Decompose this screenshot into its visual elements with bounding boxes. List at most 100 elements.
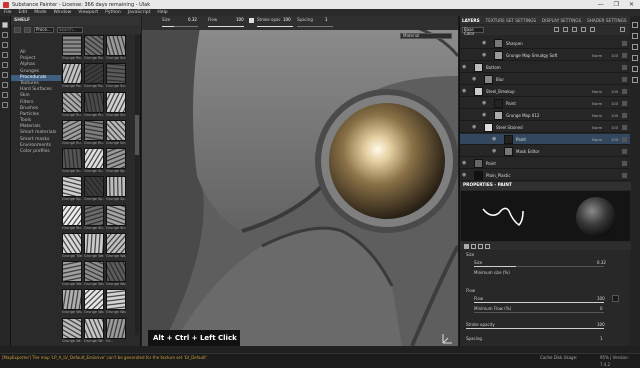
shelf-thumbnail[interactable]: Grunge Ro... [62,63,82,90]
add-effect-icon[interactable] [554,27,559,32]
delete-layer-icon[interactable] [620,27,625,32]
visibility-eye-icon[interactable]: ◉ [482,112,488,118]
shelf-thumbnail[interactable]: Grunge Wo... [84,289,104,316]
shelf-thumbnail[interactable]: Grunge Wo... [84,261,104,288]
visibility-eye-icon[interactable]: ◉ [472,124,478,130]
layer-row[interactable]: ◉ Blur [460,74,631,85]
paint-brush-tool-icon[interactable] [2,22,8,28]
shelf-thumbnail[interactable]: Grunge Scr... [106,35,126,62]
prop-size-slider[interactable] [474,266,604,267]
shelf-thumbnail[interactable]: Grunge Wo... [62,289,82,316]
prop-minflow-slider[interactable] [474,312,604,313]
display-settings-icon[interactable] [632,44,638,50]
shelf-filter-select[interactable]: Proce... [34,26,54,33]
layer-toggle-checkbox[interactable] [622,101,627,106]
prop-stroke-slider[interactable] [466,328,604,329]
brush-tab-icon[interactable] [464,243,469,249]
blend-mode-select[interactable]: Norm [592,89,602,94]
shelf-thumbnail[interactable]: Grunge Ro... [84,35,104,62]
shelf-thumbnail[interactable]: Grunge Wo... [106,261,126,288]
viewport-render[interactable] [142,16,458,346]
shelf-thumbnail[interactable]: Grunge Wr... [84,317,104,345]
tab-display-settings[interactable]: DISPLAY SETTINGS [542,18,581,23]
shelf-thumbnail[interactable]: Grunge We... [62,261,82,288]
minimize-button[interactable]: — [598,1,604,8]
export-icon[interactable] [2,102,8,108]
grid-view-icon[interactable] [24,26,31,33]
size-slider[interactable] [162,26,198,27]
menu-edit[interactable]: Edit [19,10,28,15]
layer-toggle-checkbox[interactable] [622,65,627,70]
blend-mode-select[interactable]: Norm [592,137,602,142]
shelf-thumbnail[interactable]: Grunge Str... [84,204,104,232]
history-icon[interactable] [632,66,638,72]
layer-opacity-value[interactable]: 100 [611,113,618,118]
polygon-fill-tool-icon[interactable] [2,52,8,58]
visibility-eye-icon[interactable]: ◉ [462,88,468,94]
add-folder-icon[interactable] [572,27,577,32]
visibility-eye-icon[interactable]: ◉ [482,40,488,46]
size-value[interactable]: 0.32 [188,17,197,22]
layer-opacity-value[interactable]: 100 [611,125,618,130]
layer-row[interactable]: ◉ Steel Stained Norm 100 [460,122,631,133]
stencil-tab-icon[interactable] [478,243,483,249]
visibility-eye-icon[interactable]: ◉ [482,100,488,106]
import-icon[interactable] [14,26,21,33]
layer-row[interactable]: ◉ Sharpen [460,38,631,49]
visibility-eye-icon[interactable]: ◉ [462,160,468,166]
shelf-thumbnail[interactable]: Grunge Ru... [62,91,82,119]
axis-gizmo-icon[interactable] [440,332,454,346]
blend-mode-select[interactable]: Norm [592,125,602,130]
visibility-eye-icon[interactable]: ◉ [472,76,478,82]
shelf-thumbnail[interactable]: Grunge Tile... [62,232,82,260]
menu-mode[interactable]: Mode [34,10,46,15]
menu-python[interactable]: Python [105,10,121,15]
shelf-thumbnail[interactable]: Grunge Sp... [84,176,104,203]
layer-opacity-value[interactable]: 100 [611,101,618,106]
layer-opacity-value[interactable]: 100 [611,137,618,142]
shelf-thumbnail[interactable]: Gr... [106,317,126,345]
brush-stroke-icon[interactable] [249,18,254,23]
visibility-eye-icon[interactable]: ◉ [482,52,488,58]
layer-toggle-checkbox[interactable] [622,173,627,178]
menu-help[interactable]: Help [157,10,167,15]
prop-spacing-value[interactable]: 1 [600,336,603,341]
menu-file[interactable]: File [4,10,12,15]
layer-opacity-value[interactable]: 100 [611,89,618,94]
shelf-thumbnail[interactable]: Grunge Scr... [106,119,126,147]
alpha-tab-icon[interactable] [471,243,476,249]
blend-mode-select[interactable]: Norm [592,101,602,106]
tab-texture-set-settings[interactable]: TEXTURE SET SETTINGS [486,18,536,23]
visibility-eye-icon[interactable]: ◉ [462,172,468,178]
layer-row[interactable]: ◉ Grunge Map Smudgy Soft Norm 100 [460,50,631,61]
shelf-thumbnail[interactable]: Grunge Wa... [84,232,104,260]
add-paint-layer-icon[interactable] [590,27,595,32]
tab-shader-settings[interactable]: SHADER SETTINGS [587,18,626,23]
log-icon[interactable] [632,77,638,83]
flow-value[interactable]: 100 [236,17,244,22]
layer-row[interactable]: ◉ Plain_Plastic [460,170,631,181]
layer-toggle-checkbox[interactable] [622,53,627,58]
shelf-thumbnail[interactable]: Grunge Wa... [106,232,126,260]
layer-row[interactable]: ◉ Mask Editor [460,146,631,157]
spacing-value[interactable]: 1 [325,17,328,22]
stroke-opacity-slider[interactable] [257,26,293,27]
shelf-thumbnail[interactable]: Grunge Scr... [106,63,126,90]
shelf-category-color-profiles[interactable]: Color profiles [11,149,61,155]
shelf-thumbnail[interactable]: Grunge Sp... [106,148,126,175]
shelf-thumbnail[interactable]: Grunge Ru... [62,119,82,147]
shelf-thumbnail[interactable]: Grunge Ro... [84,63,104,90]
spacing-slider[interactable] [297,26,333,27]
flow-slider[interactable] [208,26,244,27]
menu-window[interactable]: Window [54,10,72,15]
shelf-thumbnail[interactable]: Grunge Ru... [84,119,104,147]
stroke-opacity-value[interactable]: 100 [283,17,291,22]
layer-toggle-checkbox[interactable] [622,125,627,130]
texture-set-icon[interactable] [632,33,638,39]
shader-settings-icon[interactable] [632,55,638,61]
visibility-eye-icon[interactable]: ◉ [492,148,498,154]
layer-toggle-checkbox[interactable] [622,161,627,166]
projection-tool-icon[interactable] [2,42,8,48]
add-mask-icon[interactable] [563,27,568,32]
shelf-thumbnail[interactable]: Grunge Ro... [62,35,82,62]
